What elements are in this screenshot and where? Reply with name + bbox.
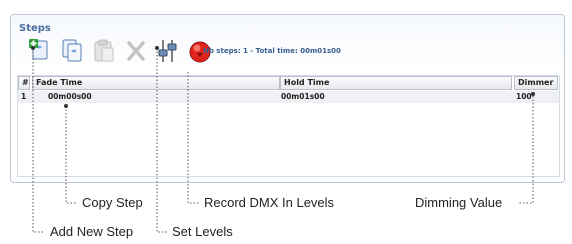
callout-copy-step: Copy Step — [82, 195, 143, 210]
add-new-step-leader — [32, 48, 45, 233]
dimming-value-dot — [531, 92, 535, 96]
record-dmx-leader — [187, 72, 199, 204]
callout-add-new-step: Add New Step — [50, 224, 134, 239]
callout-dimming-value: Dimming Value — [415, 195, 503, 210]
callout-record-dmx: Record DMX In Levels — [204, 195, 335, 210]
copy-step-leader — [65, 106, 77, 204]
set-levels-leader — [156, 48, 167, 233]
add-new-step-dot — [31, 46, 35, 50]
callout-set-levels: Set Levels — [172, 224, 233, 239]
dimming-value-leader — [519, 96, 534, 204]
copy-step-dot — [64, 104, 68, 108]
set-levels-dot — [155, 46, 159, 50]
